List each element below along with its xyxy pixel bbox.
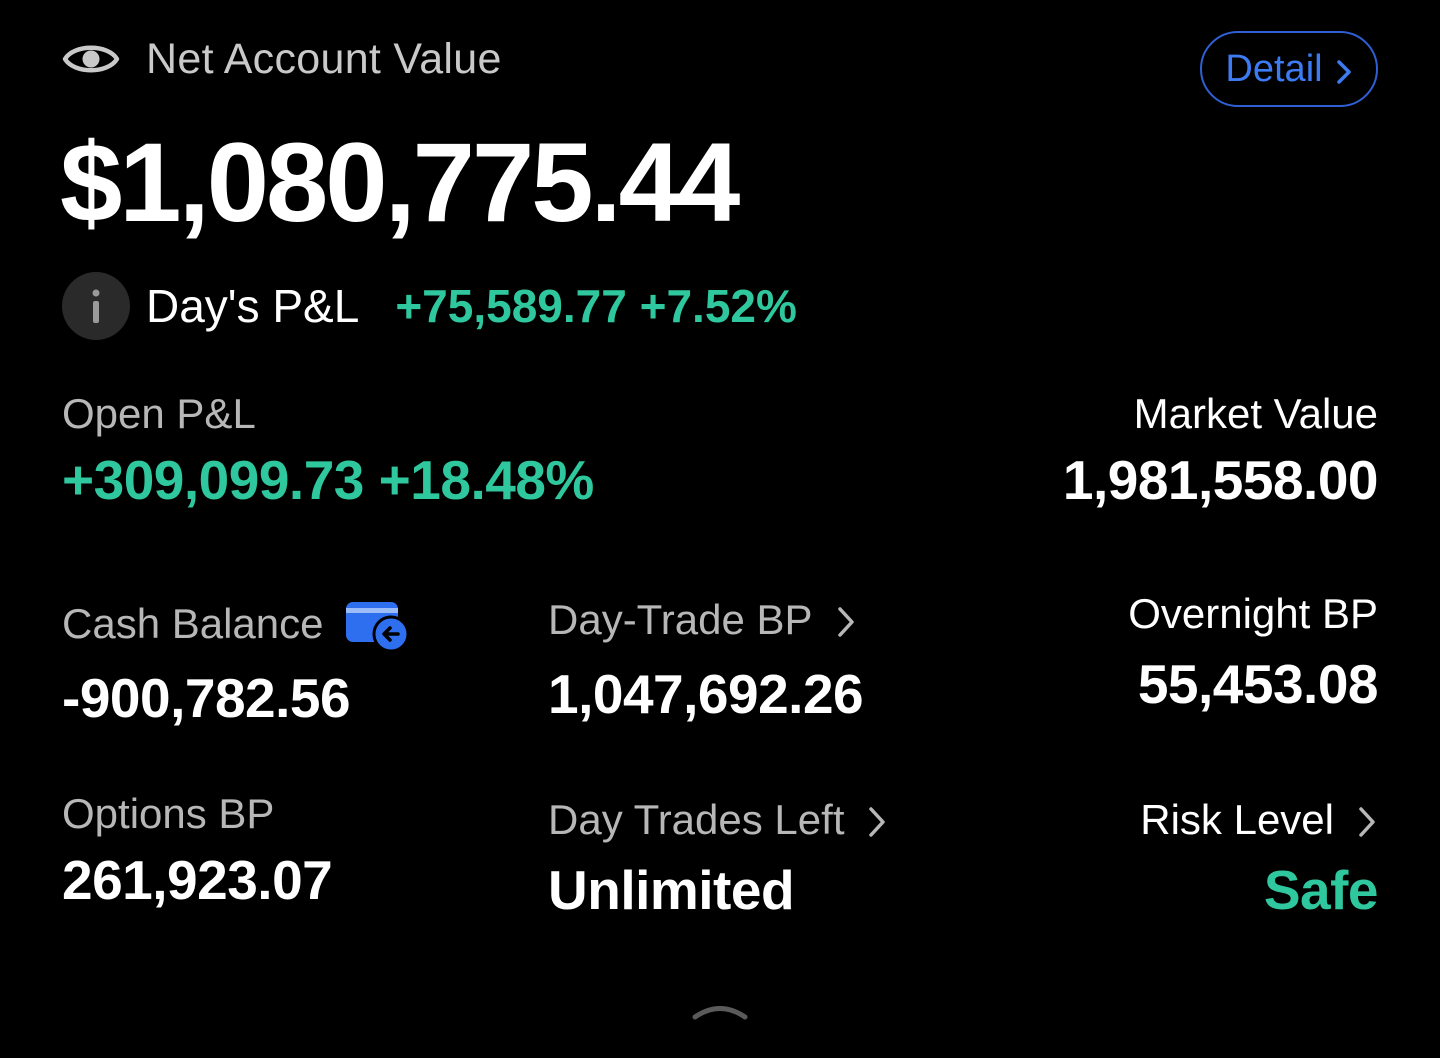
detail-button[interactable]: Detail (1200, 31, 1378, 107)
detail-button-label: Detail (1225, 47, 1323, 90)
market-value-value: 1,981,558.00 (1062, 449, 1379, 511)
overnight-bp-label: Overnight BP (1128, 590, 1378, 637)
options-bp-label: Options BP (62, 790, 275, 837)
chevron-right-icon (866, 802, 888, 838)
cash-balance-value: -900,782.56 (62, 667, 351, 729)
net-account-title: Net Account Value (146, 34, 502, 83)
overnight-bp-value: 55,453.08 (1137, 653, 1379, 715)
options-bp-metric: Options BP 261,923.07 (62, 790, 333, 912)
open-pl-label: Open P&L (62, 390, 256, 437)
risk-level-label: Risk Level (1140, 796, 1334, 843)
chevron-right-icon (1335, 54, 1353, 84)
account-summary-panel: Net Account Value Detail $1,080,775.44 D… (0, 0, 1440, 1058)
day-trade-bp-value: 1,047,692.26 (548, 663, 864, 725)
day-trades-left-value: Unlimited (548, 859, 795, 921)
day-trade-bp-metric[interactable]: Day-Trade BP 1,047,692.26 (548, 596, 864, 726)
net-account-header: Net Account Value (62, 34, 502, 84)
chevron-right-icon (1356, 802, 1378, 838)
day-trade-bp-label-row: Day-Trade BP (548, 596, 863, 644)
day-trades-left-label: Day Trades Left (548, 796, 845, 843)
market-value-label: Market Value (1133, 390, 1378, 437)
day-trades-left-label-row: Day Trades Left (548, 796, 888, 844)
day-pl-label: Day's P&L (146, 280, 360, 332)
collapse-handle-icon[interactable] (690, 998, 750, 1022)
wallet-transfer-icon[interactable] (344, 596, 412, 653)
open-pl-metric: Open P&L +309,099.73 +18.48% (62, 390, 594, 512)
cash-balance-label: Cash Balance (62, 600, 324, 647)
eye-icon[interactable] (62, 34, 120, 84)
market-value-metric: Market Value 1,981,558.00 (1062, 390, 1379, 512)
day-pl-value: +75,589.77 +7.52% (395, 280, 797, 332)
info-icon[interactable] (62, 272, 130, 340)
overnight-bp-metric: Overnight BP 55,453.08 (1128, 590, 1378, 716)
day-trades-left-metric[interactable]: Day Trades Left Unlimited (548, 796, 888, 922)
risk-level-metric[interactable]: Risk Level Safe (1140, 796, 1378, 922)
day-trade-bp-label: Day-Trade BP (548, 596, 813, 643)
risk-level-value: Safe (1263, 859, 1379, 921)
cash-balance-metric: Cash Balance -900,782.56 (62, 596, 412, 730)
risk-level-label-row: Risk Level (1140, 796, 1378, 844)
chevron-right-icon (835, 602, 857, 638)
options-bp-value: 261,923.07 (62, 849, 333, 911)
net-account-value: $1,080,775.44 (60, 120, 740, 245)
cash-balance-label-row: Cash Balance (62, 596, 412, 653)
day-pl-row: Day's P&L +75,589.77 +7.52% (62, 272, 797, 340)
open-pl-value: +309,099.73 +18.48% (62, 449, 594, 511)
